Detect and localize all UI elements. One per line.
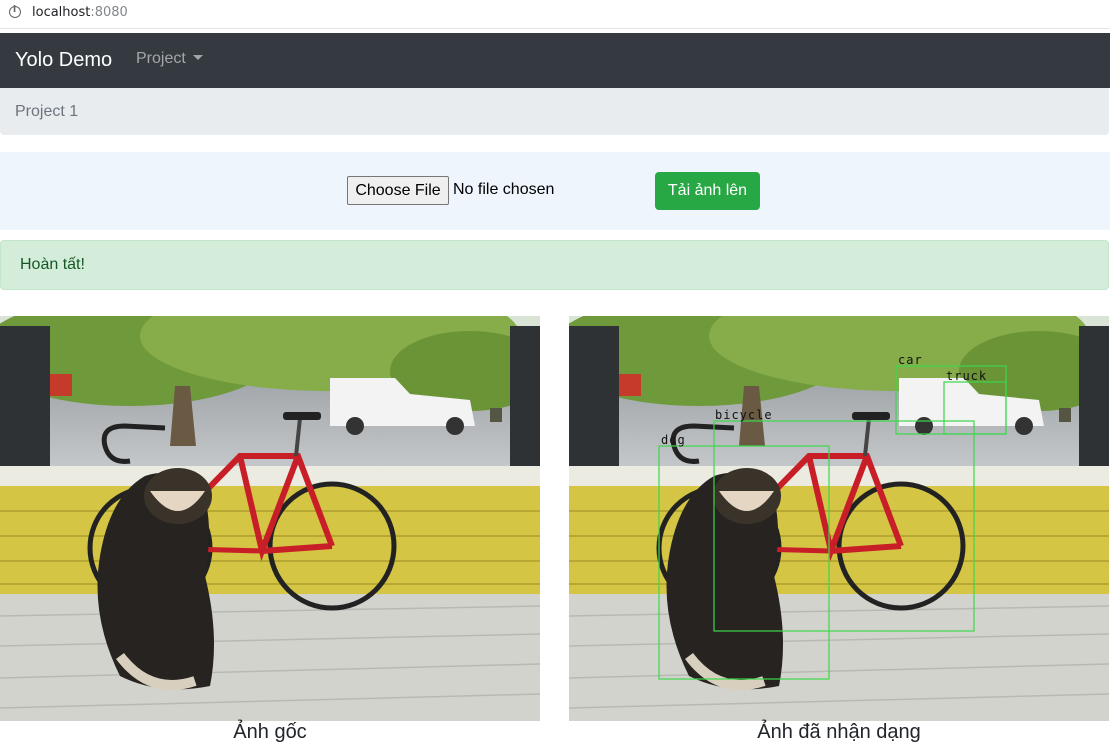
browser-url-bar[interactable]: localhost:8080 xyxy=(0,0,1110,29)
success-alert: Hoàn tất! xyxy=(0,240,1109,290)
info-icon[interactable] xyxy=(9,5,21,18)
navbar: Yolo Demo Project xyxy=(0,33,1110,88)
detected-image-caption: Ảnh đã nhận dạng xyxy=(757,721,921,743)
choose-file-button[interactable]: Choose File xyxy=(347,176,449,205)
project-dropdown[interactable]: Project xyxy=(136,50,203,68)
url-host: localhost xyxy=(32,5,91,20)
dog-label: dog xyxy=(661,433,686,447)
url-text[interactable]: localhost:8080 xyxy=(32,5,128,20)
bicycle-label: bicycle xyxy=(715,408,773,422)
project-dropdown-label: Project xyxy=(136,50,186,67)
truck-label: truck xyxy=(946,369,987,383)
alert-message: Hoàn tất! xyxy=(20,256,85,273)
detected-image: car truck bicycle dog xyxy=(569,316,1109,721)
file-status: No file chosen xyxy=(453,181,555,198)
car-label: car xyxy=(898,353,923,367)
upload-button[interactable]: Tải ảnh lên xyxy=(655,172,760,210)
brand-link[interactable]: Yolo Demo xyxy=(15,49,112,72)
breadcrumb-item: Project 1 xyxy=(15,103,79,120)
url-port: :8080 xyxy=(90,5,128,20)
original-image xyxy=(0,316,540,721)
upload-form xyxy=(0,152,1110,230)
caret-down-icon xyxy=(192,55,203,60)
original-image-caption: Ảnh gốc xyxy=(233,721,307,743)
breadcrumb: Project 1 xyxy=(0,88,1109,135)
